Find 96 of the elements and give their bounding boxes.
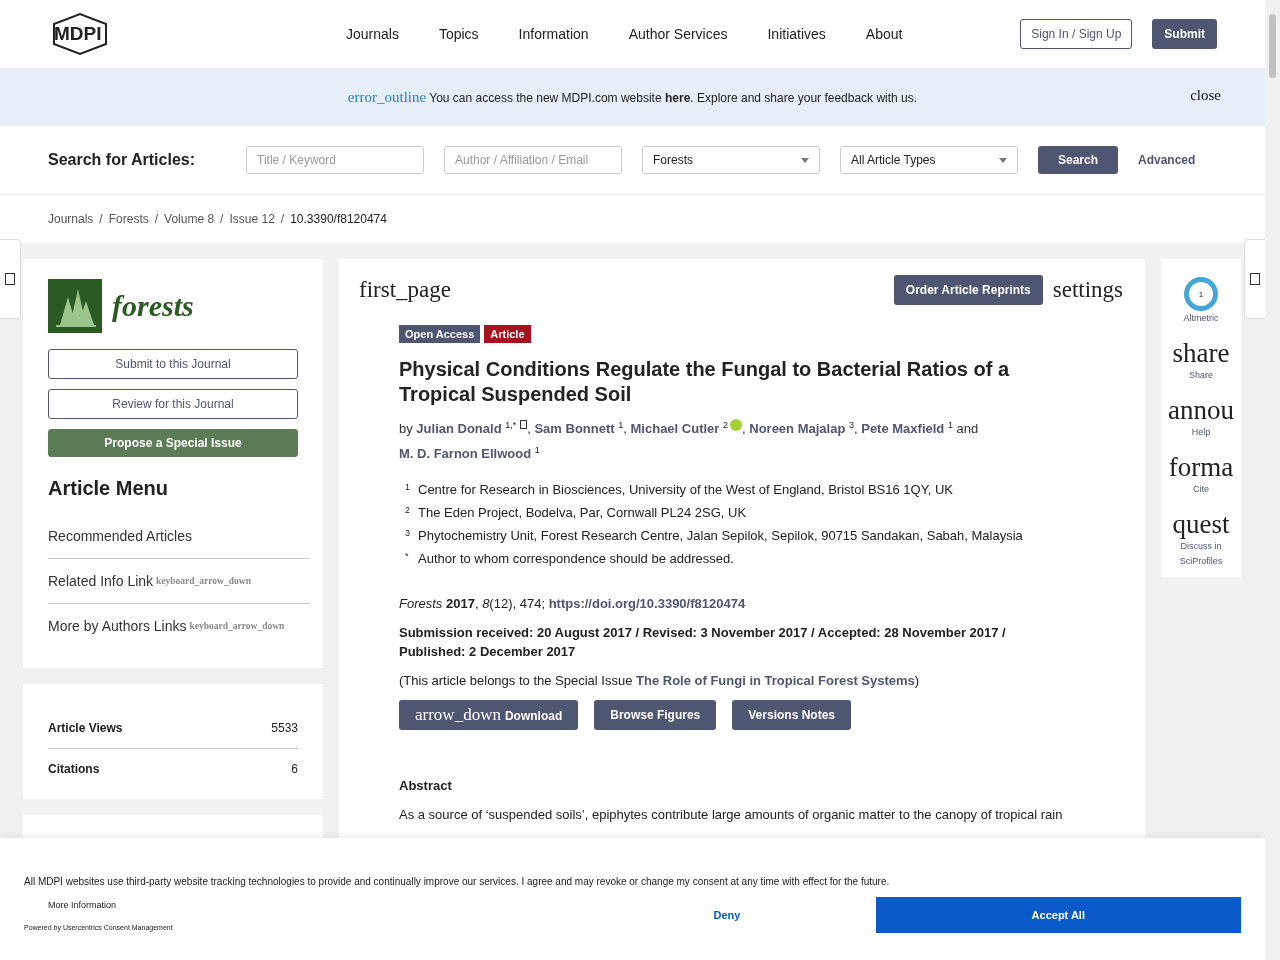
stat-label: Article Views [48, 721, 123, 735]
deny-button[interactable]: Deny [578, 897, 876, 933]
menu-item[interactable]: Recommended Articles [48, 514, 310, 559]
article-badge: Open Access [399, 325, 481, 343]
publication-dates: Submission received: 20 August 2017 / Revised: 3 November 2017 / Accepted: 28 November 2017 / Published: 2 December 2017 [399, 623, 1007, 661]
doi-link[interactable]: https://doi.org/10.3390/f8120474 [548, 595, 746, 611]
search-field[interactable]: Title / Keyword [246, 146, 424, 174]
journal-name[interactable]: forests [112, 289, 194, 323]
rail-icon-text[interactable]: quest [1172, 509, 1230, 539]
citation: Forests 2017, 8(12), 474; https://doi.org/10.3390/f8120474 [399, 595, 747, 611]
affiliation-mark: 3 [405, 527, 411, 540]
article-badge: Article [484, 325, 531, 343]
abstract-heading: Abstract [399, 777, 453, 793]
breadcrumb-separator: / [99, 212, 103, 226]
nav-link[interactable]: Journals [346, 26, 399, 42]
caret-icon [801, 157, 809, 163]
side-tab[interactable] [1244, 239, 1266, 319]
rail-icon-text[interactable]: forma [1168, 452, 1234, 482]
author-link[interactable]: M. D. Farnon Ellwood $^{1}$ [399, 445, 540, 461]
affiliation-mark: 1 [405, 481, 411, 494]
affiliation-text: Phytochemistry Unit, Forest Research Centre, Jalan Sepilok, Sepilok, 90715 Sandakan, Sabah, Malaysia [418, 527, 1023, 545]
menu-item[interactable]: Related Info Link keyboard_arrow_down [48, 559, 310, 604]
author-link[interactable]: Michael Cutler $^{2}$ [630, 421, 728, 437]
breadcrumb-link[interactable]: Volume 8 [164, 212, 215, 226]
author-link[interactable]: Noreen Majalap $^{3}$ [749, 421, 854, 437]
search-label: Search for Articles: [48, 151, 196, 169]
rail-icon-text[interactable]: share [1172, 338, 1230, 368]
menu-item[interactable]: More by Authors Links keyboard_arrow_down [48, 604, 310, 648]
special-issue-note: (This article belongs to the Special Issue The Role of Fungi in Tropical Forest Systems) [399, 672, 921, 688]
stat-label: Citations [48, 762, 100, 776]
nav-link[interactable]: Initiatives [767, 26, 826, 42]
consent-text: All MDPI websites use third-party website tracking technologies to provide and continually improve our services. I agree and may revoke or change my consent at any time with effect for the future. [24, 876, 891, 887]
author-link[interactable]: Pete Maxfield $^{1}$ [861, 421, 953, 437]
square-icon [1250, 273, 1260, 285]
breadcrumb-link[interactable]: Journals [48, 212, 94, 226]
rail-label[interactable]: Share [1171, 368, 1231, 383]
journal-button[interactable]: Submit to this Journal [48, 349, 298, 379]
search-button[interactable]: Search [1038, 146, 1118, 174]
rail-label[interactable]: Discuss in SciProfiles [1171, 539, 1231, 569]
reprints-button[interactable]: Order Article Reprints [893, 275, 1043, 305]
breadcrumb-link[interactable]: 10.3390/f8120474 [290, 212, 387, 226]
action-button[interactable]: Versions Notes [732, 699, 851, 730]
author-link[interactable]: Julian Donald $^{1,*}$ [416, 421, 517, 437]
author-separator: , [742, 421, 746, 437]
submit-button[interactable]: Submit [1152, 19, 1217, 49]
journal-button[interactable]: Propose a Special Issue [48, 429, 298, 457]
advanced-link[interactable]: Advanced [1138, 153, 1196, 167]
notice-text: error_outline You can access the new MDPI.com website here. Explore and share your feedback with us. [347, 88, 918, 106]
side-tab[interactable] [0, 239, 21, 319]
breadcrumb-link[interactable]: Forests [108, 212, 149, 226]
stat-value: 5533 [271, 721, 298, 735]
sign-in-button[interactable]: Sign In / Sign Up [1020, 19, 1133, 49]
rail-label[interactable]: Altmetric [1171, 311, 1231, 326]
caret-icon [999, 157, 1007, 163]
dropdown[interactable]: All Article Types [840, 146, 1018, 174]
author-byline: by Julian Donald $^{1,*}$ , Sam Bonnett $^{1}$, Michael Cutler $^{2}$ , Noreen Majalap $^{3}$, Pete Maxfield $^{1}$ and M. D. Farnon Ellwood $^{1}$ [399, 418, 980, 463]
email-icon[interactable] [520, 420, 528, 430]
abstract-text: As a source of ‘suspended soils’, epiphytes contribute large amounts of organic matter to the canopy of tropical rain [399, 806, 1064, 822]
breadcrumb-separator: / [154, 212, 159, 226]
rail-label[interactable]: Cite [1171, 482, 1231, 497]
trees-icon [48, 279, 102, 333]
search-field[interactable]: Author / Affiliation / Email [444, 146, 622, 174]
nav-link[interactable]: Topics [438, 26, 479, 42]
journal-button[interactable]: Review for this Journal [48, 389, 298, 419]
affiliation-mark: * [405, 550, 410, 563]
first-page-link[interactable]: first_page [359, 277, 451, 303]
affiliation-mark: 2 [405, 504, 411, 517]
breadcrumb-separator: / [220, 212, 224, 226]
stat-value: 6 [291, 762, 298, 776]
article-menu-heading: Article Menu [48, 477, 170, 500]
affiliation-text: Centre for Research in Biosciences, University of the West of England, Bristol BS16 1QY, UK [418, 481, 953, 499]
and-word: and [956, 421, 979, 437]
author-separator: , [853, 421, 858, 437]
more-information-link[interactable]: More Information [48, 899, 579, 910]
affiliation-text: The Eden Project, Bodelva, Par, Cornwall PL24 2SG, UK [418, 504, 747, 522]
altmetric-badge[interactable]: 1 [1184, 277, 1218, 311]
author-link[interactable]: Sam Bonnett $^{1}$ [534, 421, 624, 437]
rail-icon-text[interactable]: annou [1168, 395, 1234, 425]
dropdown[interactable]: Forests [642, 146, 820, 174]
author-separator: , [527, 421, 531, 437]
affiliation-text: Author to whom correspondence should be addressed. [418, 550, 734, 568]
action-button[interactable]: arrow_down Download [399, 699, 579, 730]
square-icon [5, 273, 15, 285]
nav-link[interactable]: About [865, 26, 903, 42]
nav-link[interactable]: Information [518, 26, 589, 42]
article-title: Physical Conditions Regulate the Fungal to Bacterial Ratios of a Tropical Suspended Soil [399, 357, 1011, 407]
nav-link[interactable]: Author Services [628, 26, 728, 42]
breadcrumb-separator: / [280, 212, 285, 226]
author-separator: , [623, 421, 627, 437]
rail-label[interactable]: Help [1171, 425, 1231, 440]
breadcrumb-link[interactable]: Issue 12 [229, 212, 275, 226]
settings-link[interactable]: settings [1052, 277, 1123, 303]
special-issue-link[interactable]: The Role of Fungi in Tropical Forest Systems [636, 672, 915, 688]
close-button[interactable]: close [1184, 86, 1227, 105]
action-button[interactable]: Browse Figures [594, 699, 717, 730]
accept-all-button[interactable]: Accept All [875, 897, 1241, 933]
